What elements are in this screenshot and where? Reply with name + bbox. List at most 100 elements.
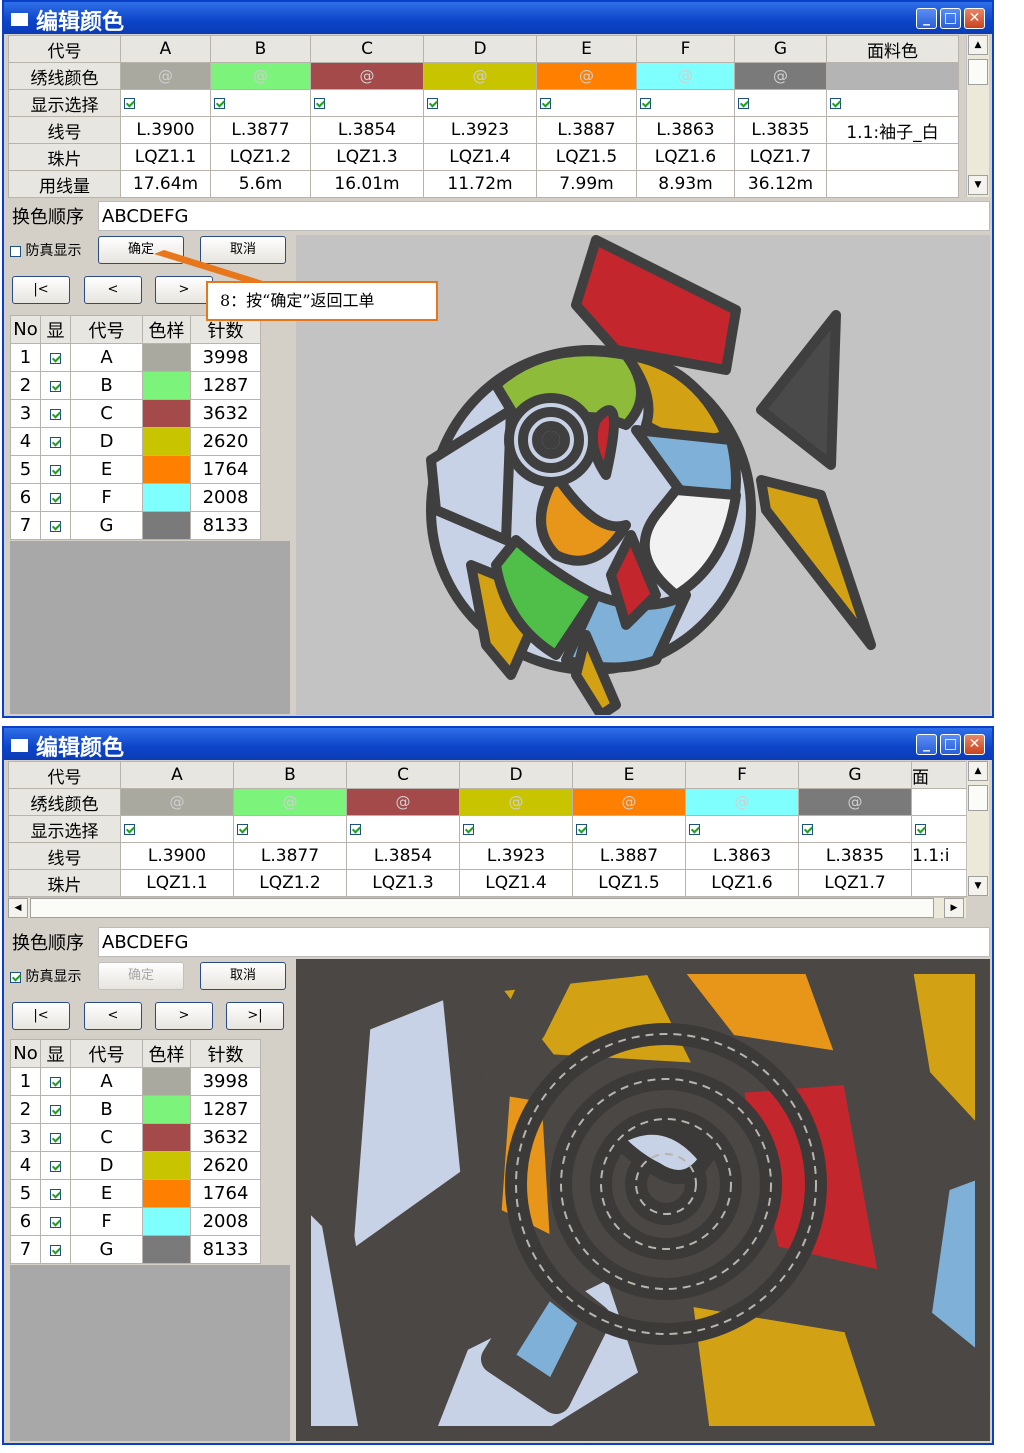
thread-number-cell[interactable]: L.3877: [210, 116, 311, 144]
list-item[interactable]: 5 E 1764: [10, 455, 261, 484]
checkbox-checked-icon[interactable]: [915, 823, 926, 835]
grid-vertical-scrollbar[interactable]: ▲ ▼: [966, 35, 989, 197]
color-sample-swatch[interactable]: [142, 455, 191, 484]
display-select-cell[interactable]: [120, 89, 211, 117]
checkbox-checked-icon[interactable]: [350, 823, 361, 835]
checkbox-checked-icon[interactable]: [214, 97, 225, 109]
thread-number-cell[interactable]: L.3923: [459, 842, 573, 870]
bead-cell[interactable]: LQZ1.7: [734, 143, 827, 171]
checkbox-checked-icon[interactable]: [640, 97, 651, 109]
bead-cell[interactable]: LQZ1.6: [685, 869, 799, 897]
thread-usage-cell[interactable]: 8.93m: [636, 170, 735, 198]
scroll-down-arrow-icon[interactable]: ▼: [968, 876, 988, 896]
checkbox-checked-icon[interactable]: [427, 97, 438, 109]
color-sample-swatch[interactable]: [142, 511, 191, 540]
first-button[interactable]: |<: [12, 276, 70, 304]
checkbox-checked-icon[interactable]: [50, 380, 61, 392]
column-header[interactable]: F: [636, 35, 735, 63]
color-sample-swatch[interactable]: [142, 427, 191, 456]
bead-cell[interactable]: LQZ1.6: [636, 143, 735, 171]
color-sample-swatch[interactable]: [142, 371, 191, 400]
list-column-header[interactable]: 色样: [142, 315, 191, 344]
display-select-cell[interactable]: [685, 815, 799, 843]
list-column-header[interactable]: No: [10, 1039, 41, 1068]
list-item[interactable]: 3 C 3632: [10, 399, 261, 428]
column-header[interactable]: D: [423, 35, 537, 63]
column-header[interactable]: F: [685, 761, 799, 789]
minimize-button[interactable]: _: [916, 8, 937, 29]
column-header[interactable]: G: [734, 35, 827, 63]
checkbox-checked-icon[interactable]: [124, 823, 135, 835]
thread-number-cell[interactable]: L.3900: [120, 842, 234, 870]
bead-cell[interactable]: LQZ1.5: [572, 869, 686, 897]
visible-toggle[interactable]: [40, 427, 71, 456]
bead-cell[interactable]: LQZ1.2: [210, 143, 311, 171]
bead-cell[interactable]: LQZ1.1: [120, 869, 234, 897]
close-button[interactable]: ✕: [964, 734, 985, 755]
sequence-input[interactable]: ABCDEFG: [98, 927, 990, 957]
thread-color-swatch[interactable]: @: [572, 788, 686, 816]
display-select-cell[interactable]: [536, 89, 637, 117]
thread-color-swatch[interactable]: @: [536, 62, 637, 90]
visible-toggle[interactable]: [40, 1151, 71, 1180]
next-button[interactable]: >: [155, 1002, 213, 1030]
checkbox-checked-icon[interactable]: [463, 823, 474, 835]
list-column-header[interactable]: 代号: [70, 1039, 143, 1068]
scroll-thumb[interactable]: [968, 785, 988, 811]
display-select-cell[interactable]: [310, 89, 424, 117]
display-select-cell[interactable]: [210, 89, 311, 117]
bead-cell[interactable]: LQZ1.2: [233, 869, 347, 897]
display-select-cell[interactable]: [233, 815, 347, 843]
thread-number-cell[interactable]: L.3863: [636, 116, 735, 144]
sim-display-checkbox[interactable]: 防真显示: [10, 966, 81, 986]
checkbox-icon[interactable]: [10, 245, 21, 257]
thread-number-cell[interactable]: 1.1:i: [911, 842, 967, 870]
bead-cell[interactable]: LQZ1.3: [310, 143, 424, 171]
checkbox-checked-icon[interactable]: [237, 823, 248, 835]
display-select-cell[interactable]: [636, 89, 735, 117]
list-column-header[interactable]: 针数: [190, 1039, 261, 1068]
checkbox-checked-icon[interactable]: [50, 1132, 61, 1144]
color-sample-swatch[interactable]: [142, 1123, 191, 1152]
visible-toggle[interactable]: [40, 1067, 71, 1096]
thread-usage-cell[interactable]: 36.12m: [734, 170, 827, 198]
bead-cell[interactable]: LQZ1.5: [536, 143, 637, 171]
checkbox-checked-icon[interactable]: [738, 97, 749, 109]
list-item[interactable]: 6 F 2008: [10, 1207, 261, 1236]
list-item[interactable]: 7 G 8133: [10, 511, 261, 540]
ok-button-disabled[interactable]: 确定: [98, 962, 184, 990]
list-item[interactable]: 2 B 1287: [10, 1095, 261, 1124]
visible-toggle[interactable]: [40, 1207, 71, 1236]
checkbox-checked-icon[interactable]: [50, 492, 61, 504]
color-sample-swatch[interactable]: [142, 1095, 191, 1124]
thread-color-swatch[interactable]: @: [423, 62, 537, 90]
maximize-button[interactable]: □: [940, 734, 961, 755]
sim-display-checkbox[interactable]: 防真显示: [10, 240, 81, 260]
scroll-up-arrow-icon[interactable]: ▲: [968, 35, 988, 55]
bead-cell[interactable]: LQZ1.3: [346, 869, 460, 897]
checkbox-checked-icon[interactable]: [50, 1188, 61, 1200]
column-header[interactable]: E: [572, 761, 686, 789]
title-bar[interactable]: 编辑颜色 _ □ ✕: [4, 2, 992, 35]
thread-color-swatch[interactable]: @: [734, 62, 827, 90]
visible-toggle[interactable]: [40, 343, 71, 372]
design-zoomed-canvas[interactable]: [296, 959, 990, 1441]
next-button[interactable]: >: [155, 276, 213, 304]
thread-usage-cell[interactable]: 5.6m: [210, 170, 311, 198]
column-header[interactable]: B: [233, 761, 347, 789]
checkbox-checked-icon[interactable]: [830, 97, 841, 109]
list-column-header[interactable]: No: [10, 315, 41, 344]
visible-toggle[interactable]: [40, 399, 71, 428]
thread-color-swatch[interactable]: @: [233, 788, 347, 816]
thread-number-cell[interactable]: L.3835: [798, 842, 912, 870]
scroll-left-arrow-icon[interactable]: ◀: [8, 898, 28, 918]
thread-number-cell[interactable]: L.3854: [346, 842, 460, 870]
visible-toggle[interactable]: [40, 455, 71, 484]
thread-number-cell[interactable]: L.3863: [685, 842, 799, 870]
thread-usage-cell[interactable]: 7.99m: [536, 170, 637, 198]
thread-color-swatch[interactable]: @: [459, 788, 573, 816]
checkbox-checked-icon[interactable]: [50, 520, 61, 532]
display-select-cell[interactable]: [120, 815, 234, 843]
h-scroll-thumb[interactable]: [30, 898, 934, 918]
bead-cell[interactable]: LQZ1.4: [459, 869, 573, 897]
